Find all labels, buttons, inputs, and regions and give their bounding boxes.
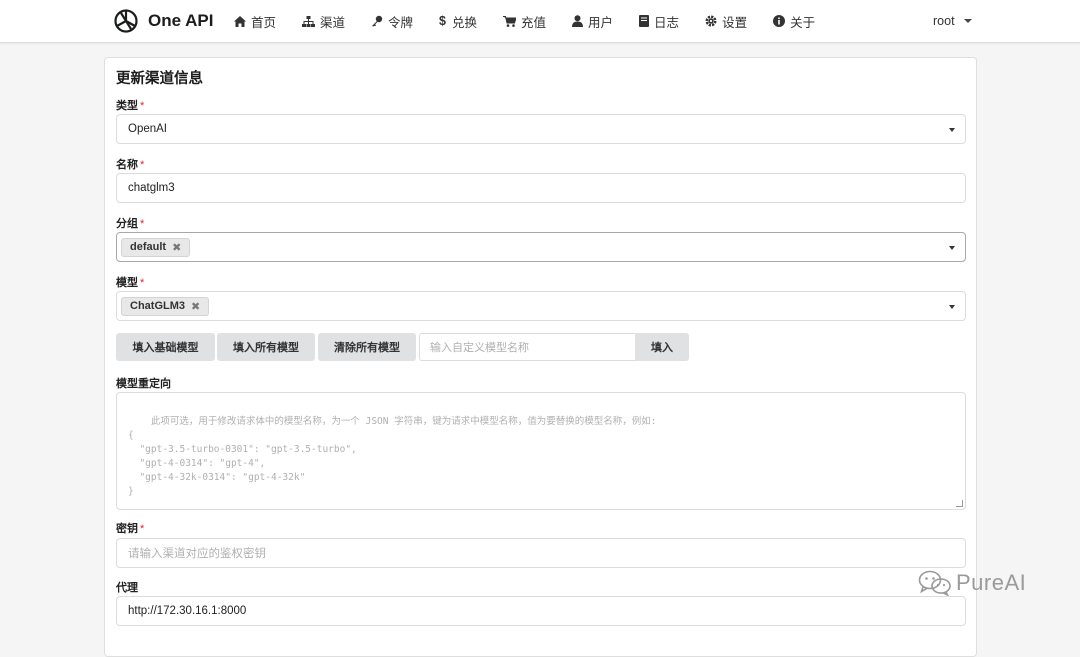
nav-label: 设置	[722, 15, 748, 30]
nav-item-users[interactable]: 用户	[572, 12, 613, 31]
nav-item-about[interactable]: 关于	[773, 12, 815, 31]
nav-label: 关于	[790, 15, 816, 30]
nav-menu: 首页 渠道 令牌 $ 兑换 充值 用户 日志 设置 关于	[234, 0, 841, 42]
group-tag[interactable]: default ✖	[121, 237, 191, 257]
book-icon	[639, 15, 650, 27]
nav-item-redeem[interactable]: $ 兑换	[439, 12, 477, 31]
openai-logo-icon	[114, 9, 138, 33]
nav-label: 首页	[251, 15, 277, 30]
name-input[interactable]: chatglm3	[116, 173, 966, 203]
proxy-input[interactable]: http://172.30.16.1:8000	[116, 596, 966, 626]
nav-label: 兑换	[452, 15, 478, 30]
key-placeholder: 请输入渠道对应的鉴权密钥	[128, 548, 266, 560]
required-mark: *	[140, 159, 145, 171]
fill-all-models-button[interactable]: 填入所有模型	[217, 333, 315, 361]
group-multiselect[interactable]: default ✖	[116, 232, 966, 262]
nav-label: 日志	[654, 15, 680, 30]
required-mark: *	[140, 218, 145, 230]
model-tag[interactable]: ChatGLM3 ✖	[121, 296, 210, 316]
caret-down-icon	[963, 19, 972, 23]
type-value: OpenAI	[128, 123, 167, 135]
key-input[interactable]: 请输入渠道对应的鉴权密钥	[116, 538, 966, 568]
key-icon	[372, 15, 383, 27]
sitemap-icon	[302, 15, 316, 27]
user-menu[interactable]: root	[933, 0, 972, 42]
nav-label: 渠道	[320, 15, 346, 30]
caret-down-icon	[949, 305, 955, 309]
model-label: 模型 *	[116, 277, 145, 289]
wechat-icon	[918, 570, 951, 596]
brand[interactable]: One API	[112, 7, 214, 35]
caret-down-icon	[949, 246, 955, 250]
model-mapping-textarea[interactable]: 此项可选，用于修改请求体中的模型名称，为一个 JSON 字符串，键为请求中模型名…	[116, 392, 966, 510]
nav-item-tokens[interactable]: 令牌	[371, 12, 413, 31]
channel-edit-card: 更新渠道信息 类型 * OpenAI 名称 * chatglm3 分组 * defau…	[104, 57, 977, 657]
user-icon	[572, 15, 584, 27]
custom-model-input[interactable]: 输入自定义模型名称	[419, 333, 635, 361]
required-mark: *	[140, 100, 145, 112]
fill-basic-models-button[interactable]: 填入基础模型	[116, 333, 215, 361]
nav-label: 用户	[588, 15, 614, 30]
nav-item-settings[interactable]: 设置	[705, 12, 747, 31]
required-mark: *	[140, 277, 145, 289]
username: root	[933, 14, 955, 28]
model-mapping-label: 模型重定向	[116, 378, 171, 390]
remove-tag-icon[interactable]: ✖	[172, 241, 181, 254]
watermark: PureAI	[918, 570, 1026, 596]
proxy-label: 代理	[116, 582, 138, 594]
brand-name: One API	[148, 11, 214, 30]
caret-down-icon	[949, 128, 955, 132]
name-label: 名称 *	[116, 159, 145, 171]
home-icon	[234, 15, 246, 27]
nav-item-logs[interactable]: 日志	[639, 12, 679, 31]
info-icon	[773, 15, 786, 27]
nav-item-topup[interactable]: 充值	[503, 12, 546, 31]
key-label: 密钥 *	[116, 523, 145, 535]
resize-handle-icon[interactable]	[956, 500, 963, 507]
type-select[interactable]: OpenAI	[116, 114, 966, 144]
nav-label: 令牌	[388, 15, 414, 30]
clear-all-models-button[interactable]: 清除所有模型	[318, 333, 416, 361]
nav-item-channels[interactable]: 渠道	[302, 12, 345, 31]
model-multiselect[interactable]: ChatGLM3 ✖	[116, 291, 966, 321]
cart-icon	[503, 15, 517, 27]
watermark-text: PureAI	[956, 570, 1027, 595]
fill-custom-model-button[interactable]: 填入	[635, 333, 689, 361]
required-mark: *	[140, 523, 145, 535]
group-label: 分组 *	[116, 218, 145, 230]
dollar-icon: $	[439, 14, 446, 28]
remove-tag-icon[interactable]: ✖	[191, 300, 200, 313]
page-title: 更新渠道信息	[116, 71, 203, 87]
nav-item-home[interactable]: 首页	[234, 12, 276, 31]
proxy-value: http://172.30.16.1:8000	[128, 605, 247, 617]
nav-label: 充值	[521, 15, 547, 30]
name-value: chatglm3	[128, 182, 175, 194]
top-navbar: One API 首页 渠道 令牌 $ 兑换 充值 用户 日志 设置 关于 roo…	[0, 0, 1080, 43]
gear-icon	[705, 15, 717, 27]
type-label: 类型 *	[116, 100, 145, 112]
